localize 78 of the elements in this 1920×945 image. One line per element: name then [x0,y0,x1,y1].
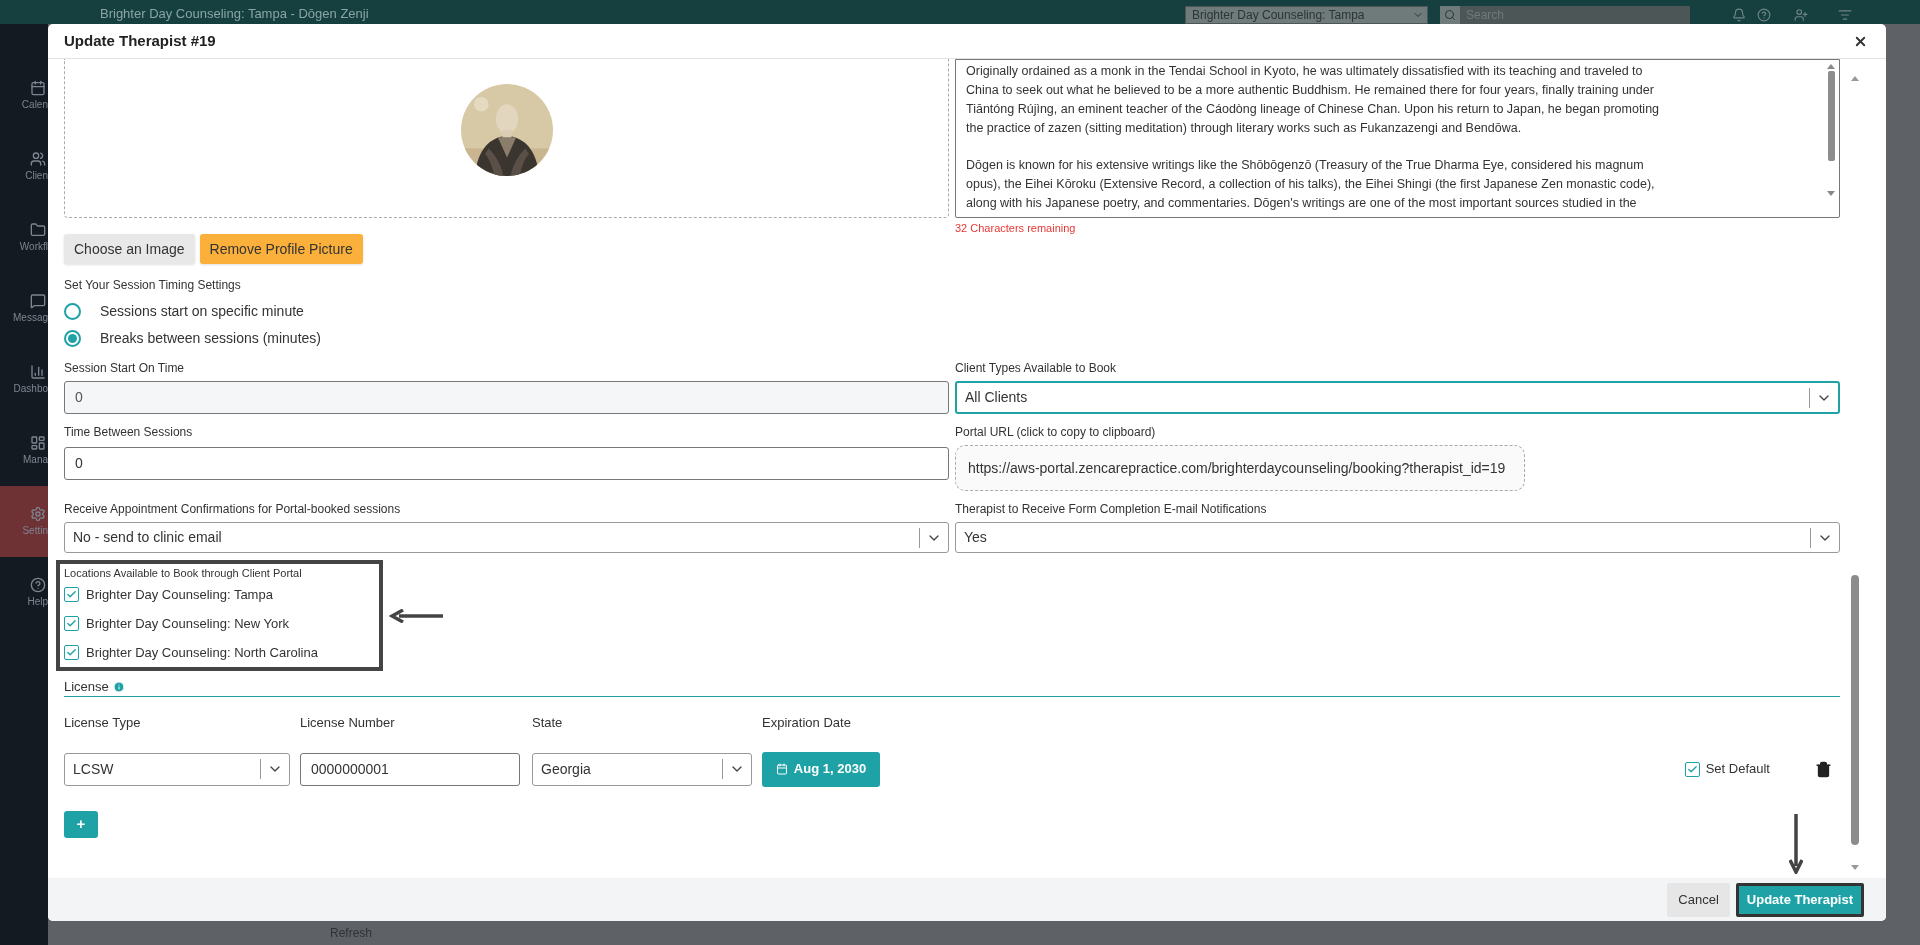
settings-icon [30,506,46,522]
checkbox[interactable] [64,616,79,631]
users-icon [30,151,46,167]
checkbox-label: Brighter Day Counseling: Tampa [86,585,273,604]
filter-icon[interactable] [1838,8,1852,22]
page-title: Brighter Day Counseling: Tampa - Dōgen Zenji [100,6,369,21]
field-label: Client Types Available to Book [955,360,1117,376]
license-heading: License [64,678,109,697]
radio-label: Breaks between sessions (minutes) [100,329,321,348]
sidebar-item[interactable]: Mana [0,415,48,486]
field-label: Receive Appointment Confirmations for Portal-booked sessions [64,501,402,517]
folder-icon [30,222,46,238]
checkbox-label: Brighter Day Counseling: New York [86,614,290,633]
message-icon [30,293,46,309]
chart-icon [30,364,46,380]
trash-icon[interactable] [1815,760,1832,778]
column-label: License Type [64,714,142,732]
update-button[interactable]: Update Therapist [1735,882,1864,917]
arrow-left-icon [389,608,443,623]
image-dropzone[interactable] [64,59,949,218]
license-number-field[interactable]: 0000000001 [300,752,520,786]
cancel-button[interactable]: Cancel [1667,882,1730,917]
state-select[interactable]: Georgia [532,752,752,786]
choose-image-button[interactable]: Choose an Image [64,234,195,264]
column-label: State [532,714,564,732]
bio-paragraph: Dōgen is known for his extensive writings like the Shōbōgenzō (Treasury of the True Dharma Eye, considered his magnum opus), the Eihei Kōroku (Extensive Record, a collection of his talks), the Eihei Shingi (the first Japanese Zen monastic code), along with his Japanese poetry, and commentaries. Dōgen's writings are one of the most important sources studied in the [966,157,1656,212]
confirmations-select[interactable]: No - send to clinic email [64,522,949,553]
sidebar-item[interactable]: Settin [0,486,48,557]
checkbox[interactable] [64,587,79,602]
help-icon [30,577,46,593]
check-icon [66,589,77,600]
sidebar-item[interactable]: Clien [0,131,48,202]
radio-button[interactable] [64,330,81,347]
modal-title: Update Therapist #19 [64,30,217,51]
portal-url-field[interactable]: https://aws-portal.zencarepractice.com/brighterdaycounseling/booking?therapist_id=19 [955,445,1525,491]
arrow-down-icon [1789,814,1803,874]
time-between-field[interactable]: 0 [64,447,949,480]
field-label: Locations Available to Book through Client Portal [64,566,303,580]
column-label: Expiration Date [762,714,852,732]
license-type-select[interactable]: LCSW [64,752,290,786]
check-icon [66,618,77,629]
calendar-icon [775,763,788,775]
radio-button[interactable] [64,303,81,320]
user-add-icon[interactable] [1794,8,1808,22]
checkbox-label: Set Default [1705,760,1770,779]
bio-textarea[interactable] [955,59,1840,218]
sidebar-item[interactable]: Workfl [0,202,48,273]
modal-scrollbar[interactable] [1849,76,1861,870]
column-label: License Number [300,714,396,732]
checkbox-label: Brighter Day Counseling: North Carolina [86,643,318,662]
sidebar-item[interactable]: Messag [0,273,48,344]
add-license-button[interactable]: + [64,810,98,838]
location-select[interactable]: Brighter Day Counseling: Tampa [1185,6,1428,24]
field-label: Session Start On Time [64,360,186,376]
section-label: Set Your Session Timing Settings [64,277,242,293]
character-counter: 32 Characters remaining [955,222,1077,235]
remove-picture-button[interactable]: Remove Profile Picture [199,234,363,264]
help-icon[interactable] [1757,8,1771,22]
sidebar-item[interactable]: Help [0,557,48,628]
bio-paragraph: Originally ordained as a monk in the Tendai School in Kyoto, he was ultimately dissatisfied with its teaching and traveled to China to seek out what he believed to be a more authentic Buddhism. He remained there for four years, finally training under Tiāntóng Rújìng, an eminent teacher of the Cáodòng lineage of Chinese Chan. Upon his return to Japan, he began promoting the practice of zazen (sitting meditation) through literary works such as Fukanzazengi and Bendōwa. [966,63,1661,137]
checkbox[interactable] [64,645,79,660]
radio-label: Sessions start on specific minute [100,302,304,321]
field-label: Therapist to Receive Form Completion E-mail Notifications [955,501,1268,517]
bell-icon[interactable] [1732,8,1746,22]
sidebar-item[interactable]: Calen [0,60,48,131]
expiration-date-button[interactable]: Aug 1, 2030 [762,751,880,787]
client-types-select[interactable]: All Clients [955,381,1840,414]
check-icon [66,647,77,658]
checkbox[interactable] [1684,761,1700,777]
field-label: Time Between Sessions [64,424,194,440]
dashboard-icon [30,435,46,451]
sidebar-item[interactable]: Dashbo [0,344,48,415]
check-icon [1686,763,1698,775]
info-icon [112,681,125,693]
calendar-icon [30,80,46,96]
field-label: Portal URL (click to copy to clipboard) [955,424,1157,440]
notifications-select[interactable]: Yes [955,522,1840,553]
search-icon [1444,9,1456,21]
